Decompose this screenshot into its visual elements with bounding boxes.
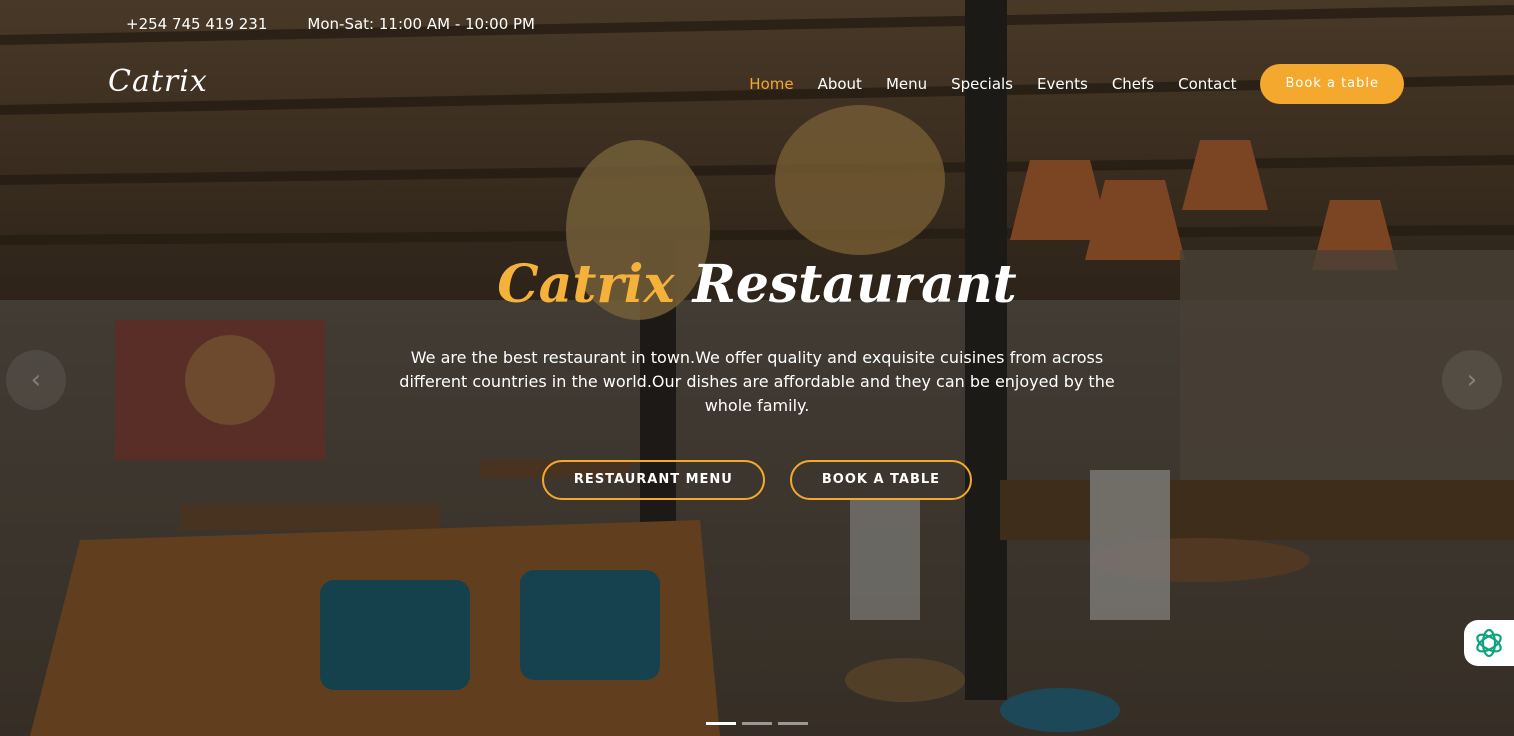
- nav-item-events[interactable]: Events: [1037, 64, 1088, 104]
- hero-title-accent: Catrix: [497, 254, 675, 315]
- hero-title-rest: Restaurant: [692, 254, 1017, 315]
- hero-cta-row: RESTAURANT MENU BOOK A TABLE: [0, 460, 1514, 500]
- nav-item-menu[interactable]: Menu: [886, 64, 927, 104]
- hero-section: ‹ › +254 745 419 231 Mon-Sat: 11:00 AM -…: [0, 0, 1514, 736]
- main-navigation: Home About Menu Specials Events Chefs Co…: [749, 64, 1404, 104]
- nav-item-chefs[interactable]: Chefs: [1112, 64, 1154, 104]
- hero-description: We are the best restaurant in town.We of…: [399, 348, 1115, 415]
- hero-content: Catrix Restaurant We are the best restau…: [0, 250, 1514, 500]
- top-info-bar: +254 745 419 231 Mon-Sat: 11:00 AM - 10:…: [126, 12, 535, 36]
- carousel-indicator-2[interactable]: [742, 722, 772, 725]
- phone-number: +254 745 419 231: [126, 15, 268, 33]
- nav-item-specials[interactable]: Specials: [951, 64, 1013, 104]
- nav-item-contact[interactable]: Contact: [1178, 64, 1236, 104]
- hero-title: Catrix Restaurant: [0, 250, 1514, 320]
- chatbot-icon: [1476, 628, 1502, 658]
- book-table-button[interactable]: BOOK A TABLE: [789, 460, 973, 500]
- site-logo[interactable]: Catrix: [108, 64, 208, 99]
- carousel-indicator-1[interactable]: [706, 722, 736, 725]
- chat-widget-button[interactable]: [1464, 620, 1514, 666]
- nav-item-home[interactable]: Home: [749, 64, 793, 104]
- carousel-indicators: [706, 722, 808, 725]
- nav-item-about[interactable]: About: [818, 64, 862, 104]
- restaurant-menu-button[interactable]: RESTAURANT MENU: [541, 460, 765, 500]
- carousel-indicator-3[interactable]: [778, 722, 808, 725]
- book-table-nav-button[interactable]: Book a table: [1260, 64, 1404, 104]
- opening-hours: Mon-Sat: 11:00 AM - 10:00 PM: [307, 15, 535, 33]
